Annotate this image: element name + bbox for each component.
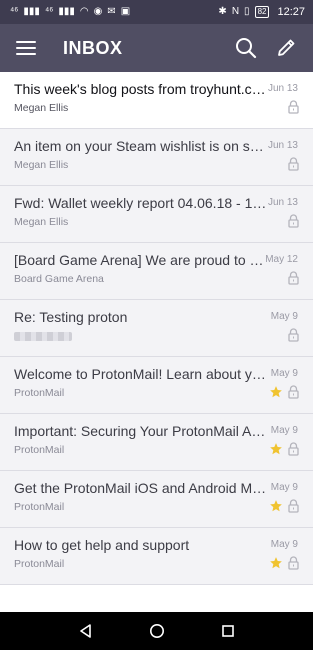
message-icons — [269, 442, 299, 456]
message-icons — [288, 328, 299, 342]
message-icons — [288, 271, 299, 285]
lock-icon — [288, 214, 299, 228]
navigation-bar — [0, 612, 313, 650]
page-title: INBOX — [63, 37, 123, 58]
message-sender: ProtonMail — [14, 387, 65, 399]
message-date: May 9 — [270, 311, 298, 322]
message-icons — [269, 499, 299, 513]
status-left-icons: ⁴⁶ ▮▮▮ ⁴⁶ ▮▮▮ ◠ ◉ ✉ ▣ — [10, 7, 130, 17]
recents-button[interactable] — [216, 619, 240, 643]
message-subject: Welcome to ProtonMail! Learn about your … — [14, 366, 269, 382]
signal-bars-2-icon: ▮▮▮ — [58, 6, 75, 17]
back-icon — [79, 624, 91, 638]
compose-button[interactable] — [271, 33, 301, 63]
message-sender: Megan Ellis — [14, 159, 69, 171]
lock-icon — [288, 556, 299, 570]
message-subject: Important: Securing Your ProtonMail Acco… — [14, 423, 269, 439]
signal-bars-icon: ▮▮▮ — [23, 6, 40, 17]
star-icon[interactable] — [269, 385, 283, 399]
message-date: May 9 — [270, 539, 298, 550]
message-row[interactable]: This week's blog posts from troyhunt.com… — [0, 72, 313, 129]
message-row[interactable]: An item on your Steam wishlist is on sal… — [0, 129, 313, 186]
image-icon: ▣ — [120, 6, 131, 17]
message-sender: ProtonMail — [14, 444, 65, 456]
signal-2-icon: ⁴⁶ — [44, 6, 54, 17]
app-header: INBOX — [0, 24, 313, 72]
message-row[interactable]: Welcome to ProtonMail! Learn about your … — [0, 357, 313, 414]
message-date: Jun 13 — [267, 83, 298, 94]
message-icons — [288, 100, 299, 114]
message-date: May 9 — [270, 368, 298, 379]
status-bar: ⁴⁶ ▮▮▮ ⁴⁶ ▮▮▮ ◠ ◉ ✉ ▣ ✱ N ▯ 82 12:27 — [0, 0, 313, 24]
message-row[interactable]: How to get help and support ProtonMail May… — [0, 528, 313, 585]
message-sender: Board Game Arena — [14, 273, 104, 285]
clock: 12:27 — [277, 6, 305, 18]
back-button[interactable] — [74, 619, 98, 643]
message-row[interactable]: Important: Securing Your ProtonMail Acco… — [0, 414, 313, 471]
recents-icon — [221, 625, 234, 637]
star-icon[interactable] — [269, 499, 283, 513]
message-date: May 9 — [270, 482, 298, 493]
message-subject: Get the ProtonMail iOS and Android Mobil… — [14, 480, 269, 496]
home-icon — [149, 624, 164, 638]
lock-icon — [288, 100, 299, 114]
message-icons — [288, 157, 299, 171]
message-sender: Megan Ellis — [14, 216, 69, 228]
menu-icon[interactable] — [16, 41, 36, 55]
message-list: This week's blog posts from troyhunt.com… — [0, 72, 313, 612]
nfc-icon: N — [231, 6, 240, 17]
star-icon[interactable] — [269, 442, 283, 456]
messenger-icon: ◉ — [93, 6, 103, 17]
message-date: Jun 13 — [267, 197, 298, 208]
lock-icon — [288, 157, 299, 171]
lock-icon — [288, 499, 299, 513]
lock-icon — [288, 271, 299, 285]
bluetooth-icon: ✱ — [218, 6, 227, 17]
message-subject: Fwd: Wallet weekly report 04.06.18 - 10.… — [14, 195, 269, 211]
message-sender — [14, 330, 72, 344]
mail-icon: ✉ — [107, 6, 116, 17]
battery-icon: 82 — [254, 6, 270, 18]
message-date: May 9 — [270, 425, 298, 436]
lock-icon — [288, 328, 299, 342]
search-icon — [236, 38, 257, 59]
status-right-icons: ✱ N ▯ 82 12:27 — [218, 6, 305, 18]
message-icons — [269, 556, 299, 570]
lock-icon — [288, 385, 299, 399]
message-icons — [269, 385, 299, 399]
redacted-sender — [14, 332, 72, 341]
lock-icon — [288, 442, 299, 456]
message-date: Jun 13 — [267, 140, 298, 151]
message-subject: Re: Testing proton — [14, 309, 128, 325]
message-subject: [Board Game Arena] We are proud to host … — [14, 252, 269, 268]
vibrate-icon: ▯ — [244, 6, 250, 17]
search-button[interactable] — [231, 33, 261, 63]
message-sender: Megan Ellis — [14, 102, 69, 114]
pencil-icon — [278, 39, 295, 56]
message-row[interactable]: [Board Game Arena] We are proud to host … — [0, 243, 313, 300]
star-icon[interactable] — [269, 556, 283, 570]
message-subject: An item on your Steam wishlist is on sal… — [14, 138, 269, 154]
message-sender: ProtonMail — [14, 558, 65, 570]
message-row[interactable]: Get the ProtonMail iOS and Android Mobil… — [0, 471, 313, 528]
message-subject: This week's blog posts from troyhunt.com — [14, 81, 269, 97]
message-row[interactable]: Re: Testing proton May 9 — [0, 300, 313, 357]
message-sender: ProtonMail — [14, 501, 65, 513]
message-row[interactable]: Fwd: Wallet weekly report 04.06.18 - 10.… — [0, 186, 313, 243]
message-date: May 12 — [265, 254, 298, 265]
wifi-icon: ◠ — [79, 6, 89, 17]
home-button[interactable] — [145, 619, 169, 643]
signal-icon: ⁴⁶ — [10, 6, 19, 17]
message-icons — [288, 214, 299, 228]
message-subject: How to get help and support — [14, 537, 190, 553]
